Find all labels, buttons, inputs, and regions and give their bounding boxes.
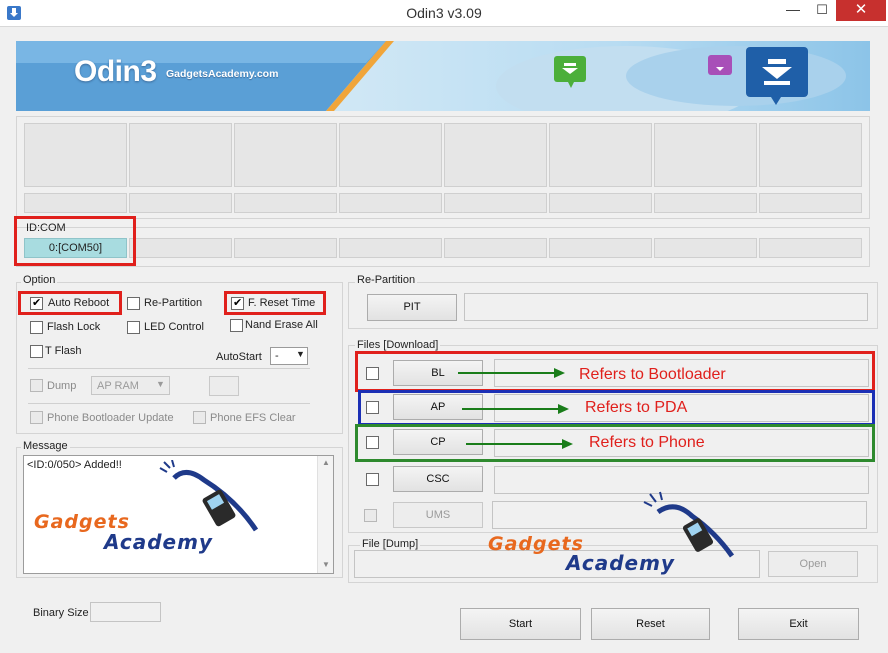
phone-efs-clear-checkbox[interactable]: [193, 411, 206, 424]
reset-button[interactable]: Reset: [591, 608, 710, 640]
option-label: Option: [21, 274, 58, 286]
site-logo-text: GadgetsAcademy.com: [166, 68, 279, 80]
files-label: Files [Download]: [355, 339, 441, 351]
led-control-label: LED Control: [144, 321, 204, 333]
f-reset-time-highlight: [224, 291, 326, 315]
com-port-cell-6: [549, 238, 652, 258]
gadgets-academy-watermark-icon-2: [643, 491, 735, 558]
phone-bootloader-update-checkbox[interactable]: [30, 411, 43, 424]
binary-size-field: [90, 602, 161, 622]
t-flash-checkbox[interactable]: [30, 345, 43, 358]
phone-efs-clear-label: Phone EFS Clear: [210, 412, 296, 424]
binary-size-label: Binary Size: [33, 607, 89, 619]
com-port-cell-7: [654, 238, 757, 258]
com-port-cell-2: [129, 238, 232, 258]
scroll-down-icon[interactable]: ▼: [322, 560, 330, 569]
idcom-highlight: [14, 216, 136, 266]
device-slot-2: [129, 123, 232, 187]
com-port-cell-4: [339, 238, 442, 258]
message-scrollbar[interactable]: ▲ ▼: [317, 456, 333, 573]
message-log-text: <ID:0/050> Added!!: [27, 459, 122, 471]
progress-slot-4: [339, 193, 442, 213]
pit-file-field[interactable]: [464, 293, 868, 321]
com-port-cell-8: [759, 238, 862, 258]
start-button[interactable]: Start: [460, 608, 581, 640]
device-slot-4: [339, 123, 442, 187]
dump-value: AP RAM: [97, 380, 139, 392]
auto-reboot-highlight: [18, 291, 122, 315]
device-slot-5: [444, 123, 547, 187]
ums-checkbox[interactable]: [364, 509, 377, 522]
repartition-label: Re-Partition: [355, 274, 418, 286]
re-partition-checkbox[interactable]: [127, 297, 140, 310]
flash-lock-checkbox[interactable]: [30, 321, 43, 334]
ap-highlight: [358, 390, 875, 426]
open-button[interactable]: Open: [768, 551, 858, 577]
chevron-down-icon: ▼: [296, 349, 305, 359]
scroll-up-icon[interactable]: ▲: [322, 458, 330, 467]
t-flash-label: T Flash: [45, 345, 82, 357]
csc-button[interactable]: CSC: [393, 466, 483, 492]
autostart-select[interactable]: - ▼: [270, 347, 308, 365]
device-slot-8: [759, 123, 862, 187]
option-divider-1: [28, 368, 310, 369]
progress-slot-1: [24, 193, 127, 213]
progress-slot-7: [654, 193, 757, 213]
nand-erase-all-label: Nand Erase All: [245, 319, 318, 331]
odin3-logo: Odin3: [74, 55, 157, 88]
re-partition-label: Re-Partition: [144, 297, 203, 309]
purple-download-icon: [708, 55, 732, 75]
progress-slot-2: [129, 193, 232, 213]
maximize-button[interactable]: ☐: [808, 0, 836, 21]
window-title: Odin3 v3.09: [406, 5, 482, 21]
led-control-checkbox[interactable]: [127, 321, 140, 334]
csc-checkbox[interactable]: [366, 473, 379, 486]
nand-erase-all-checkbox[interactable]: [230, 319, 243, 332]
message-label: Message: [21, 440, 70, 452]
minimize-button[interactable]: —: [778, 0, 808, 21]
watermark-academy-text: Academy: [104, 530, 213, 554]
chevron-down-icon: ▼: [156, 379, 165, 389]
message-log[interactable]: <ID:0/050> Added!! ▲ ▼ Gadgets Academy: [23, 455, 334, 574]
close-button[interactable]: ✕: [836, 0, 886, 21]
device-slot-3: [234, 123, 337, 187]
progress-slot-8: [759, 193, 862, 213]
phone-bootloader-update-label: Phone Bootloader Update: [47, 412, 174, 424]
com-port-cell-5: [444, 238, 547, 258]
autostart-label: AutoStart: [216, 351, 262, 363]
bl-highlight: [355, 351, 875, 392]
progress-slot-5: [444, 193, 547, 213]
progress-slot-3: [234, 193, 337, 213]
cp-highlight: [355, 424, 875, 462]
exit-button[interactable]: Exit: [738, 608, 859, 640]
pit-button[interactable]: PIT: [367, 294, 457, 321]
dump-select[interactable]: AP RAM ▼: [91, 376, 170, 395]
option-divider-2: [28, 403, 310, 404]
flash-lock-label: Flash Lock: [47, 321, 101, 333]
device-slot-1: [24, 123, 127, 187]
dump-checkbox[interactable]: [30, 379, 43, 392]
autostart-value: -: [275, 350, 279, 362]
ums-button[interactable]: UMS: [393, 502, 483, 528]
device-slot-7: [654, 123, 757, 187]
dump-panel-label: File [Dump]: [360, 538, 421, 550]
banner: Odin3 GadgetsAcademy.com: [16, 41, 870, 111]
progress-slot-6: [549, 193, 652, 213]
com-port-cell-3: [234, 238, 337, 258]
watermark-2-academy-text: Academy: [566, 551, 675, 575]
device-slot-6: [549, 123, 652, 187]
dump-label: Dump: [47, 380, 77, 392]
dump-input[interactable]: [209, 376, 239, 396]
